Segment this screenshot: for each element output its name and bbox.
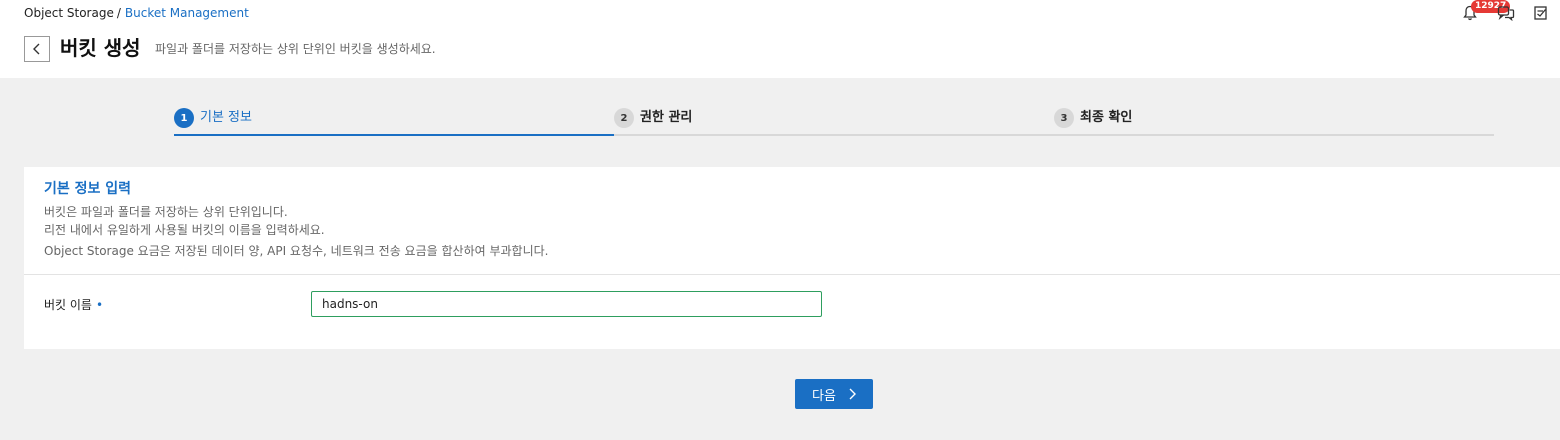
bucket-name-input[interactable]: [311, 291, 822, 317]
card-title: 기본 정보 입력: [44, 181, 132, 197]
step-progress-bar: [1054, 134, 1494, 136]
step-label: 권한 관리: [640, 110, 693, 125]
breadcrumb-separator: /: [116, 6, 121, 20]
memo-icon[interactable]: [1531, 4, 1551, 22]
step-label: 최종 확인: [1080, 110, 1133, 125]
card-description-line: 버킷은 파일과 폴더를 저장하는 상위 단위입니다.: [44, 205, 288, 219]
step-progress-bar: [614, 134, 1054, 136]
step-permissions[interactable]: 2 권한 관리: [614, 104, 1054, 138]
divider: [24, 274, 1560, 275]
back-button[interactable]: [24, 36, 50, 62]
next-button-label: 다음: [812, 387, 836, 403]
chevron-right-icon: [848, 388, 856, 400]
breadcrumb-current[interactable]: Bucket Management: [125, 6, 249, 20]
step-number: 2: [614, 108, 634, 128]
required-marker: •: [95, 298, 104, 312]
step-final-review[interactable]: 3 최종 확인: [1054, 104, 1494, 138]
stepper: 1 기본 정보 2 권한 관리 3 최종 확인: [174, 104, 1494, 138]
breadcrumb-root[interactable]: Object Storage: [24, 6, 114, 20]
next-button[interactable]: 다음: [795, 379, 873, 409]
page-title: 버킷 생성: [60, 36, 141, 60]
chat-icon[interactable]: [1496, 4, 1516, 22]
breadcrumb: Object Storage / Bucket Management: [24, 5, 249, 21]
step-number: 1: [174, 108, 194, 128]
bucket-name-label-text: 버킷 이름: [44, 298, 92, 312]
card-description-line: 리전 내에서 유일하게 사용될 버킷의 이름을 입력하세요.: [44, 223, 325, 237]
bucket-name-label: 버킷 이름 •: [44, 297, 103, 313]
step-label: 기본 정보: [200, 110, 252, 125]
chevron-left-icon: [33, 43, 40, 55]
step-progress-bar: [174, 134, 614, 136]
card-description-line: Object Storage 요금은 저장된 데이터 양, API 요청수, 네…: [44, 244, 549, 258]
page-header: Object Storage / Bucket Management 12927 버…: [0, 0, 1560, 78]
basic-info-card: 기본 정보 입력 버킷은 파일과 폴더를 저장하는 상위 단위입니다. 리전 내…: [24, 167, 1560, 349]
step-number: 3: [1054, 108, 1074, 128]
page-description: 파일과 폴더를 저장하는 상위 단위인 버킷을 생성하세요.: [155, 42, 436, 56]
step-basic-info[interactable]: 1 기본 정보: [174, 104, 614, 138]
